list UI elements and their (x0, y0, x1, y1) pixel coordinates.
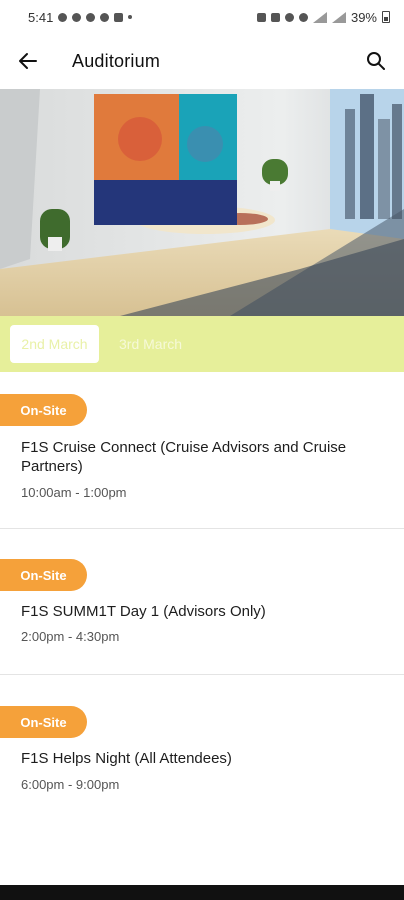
notification-icon (114, 12, 124, 22)
search-icon (367, 52, 385, 70)
on-site-badge: On-Site (0, 394, 87, 426)
session-item[interactable]: On-Site F1S Helps Night (All Attendees) … (0, 675, 404, 825)
back-button[interactable] (12, 45, 44, 77)
clock: 5:41 (28, 9, 54, 25)
date-tab-bar: 2nd March 3rd March (0, 316, 404, 372)
alarm-icon (256, 12, 266, 22)
session-item[interactable]: On-Site F1S SUMM1T Day 1 (Advisors Only)… (0, 529, 404, 675)
page-title: Auditorium (72, 50, 161, 71)
notification-icon (58, 12, 68, 22)
session-list: On-Site F1S Cruise Connect (Cruise Advis… (0, 372, 404, 825)
auditorium-hero-image (0, 89, 404, 316)
notification-icon (72, 12, 82, 22)
search-button[interactable] (360, 45, 392, 77)
on-site-badge: On-Site (0, 559, 87, 591)
session-title: F1S Cruise Connect (Cruise Advisors and … (21, 439, 347, 475)
session-time: 2:00pm - 4:30pm (21, 629, 120, 644)
notification-icon (100, 12, 110, 22)
session-title: F1S Helps Night (All Attendees) (21, 750, 232, 767)
status-bar: 5:41 39% (0, 0, 404, 34)
session-time: 6:00pm - 9:00pm (21, 777, 120, 792)
session-item[interactable]: On-Site F1S Cruise Connect (Cruise Advis… (0, 372, 404, 529)
signal-icon (312, 11, 327, 23)
tab-3rd-march[interactable]: 3rd March (109, 325, 192, 363)
signal-icon (331, 11, 346, 23)
arrow-left-icon (19, 53, 37, 69)
notification-icon (86, 12, 96, 22)
session-title: F1S SUMM1T Day 1 (Advisors Only) (21, 603, 266, 620)
battery-icon (382, 11, 390, 23)
wifi-icon (298, 12, 308, 22)
session-time: 10:00am - 1:00pm (21, 485, 127, 500)
system-nav-bar (0, 885, 404, 900)
status-left: 5:41 (28, 9, 133, 25)
mute-icon (270, 12, 280, 22)
hotspot-icon (284, 12, 294, 22)
app-bar: Auditorium (0, 34, 404, 88)
on-site-badge: On-Site (0, 706, 87, 738)
status-right: 39% (256, 9, 390, 25)
tab-2nd-march[interactable]: 2nd March (10, 325, 99, 363)
more-notifications-icon (128, 15, 133, 19)
battery-percent: 39% (350, 9, 377, 25)
